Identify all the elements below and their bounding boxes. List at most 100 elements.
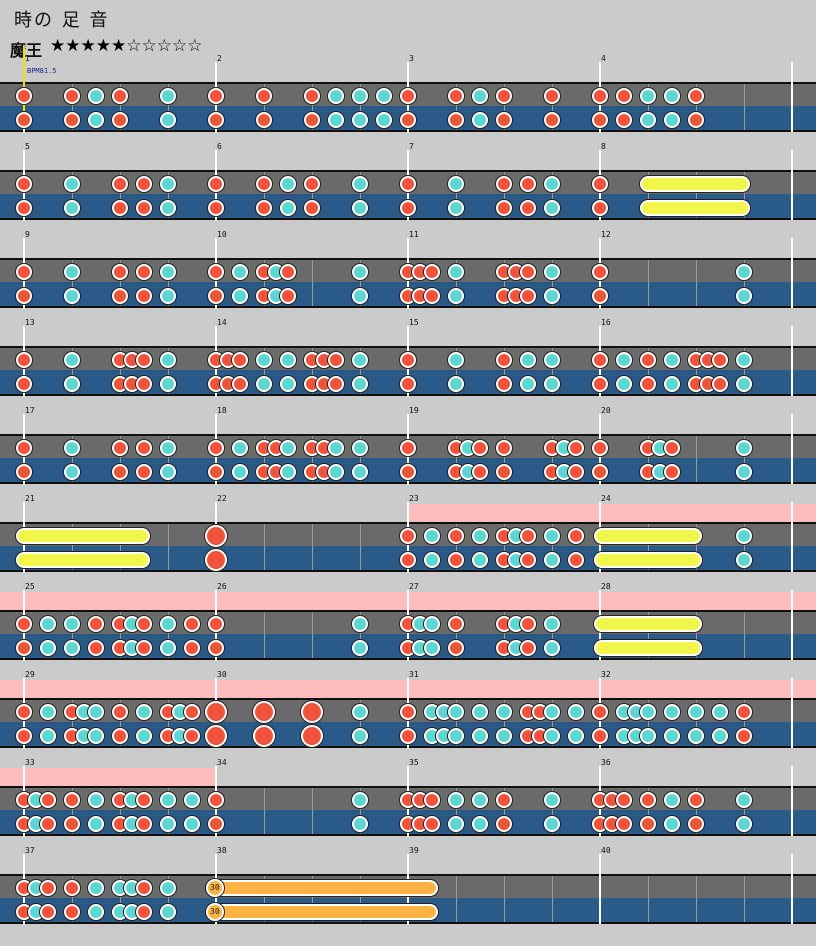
- don-note: [520, 176, 536, 192]
- ka-note: [160, 288, 176, 304]
- don-note: [568, 464, 584, 480]
- don-note: [472, 440, 488, 456]
- ka-note: [184, 816, 200, 832]
- measure-number: 5: [25, 142, 30, 151]
- don-note: [616, 112, 632, 128]
- ka-note: [64, 288, 80, 304]
- ka-note: [448, 704, 464, 720]
- drumroll: [640, 200, 750, 216]
- ka-note: [472, 728, 488, 744]
- measure-number: 13: [25, 318, 35, 327]
- ka-note: [352, 816, 368, 832]
- measure-number: 17: [25, 406, 35, 415]
- drumroll: [640, 176, 750, 192]
- beat-gridline: [456, 876, 457, 922]
- don-note: [400, 528, 416, 544]
- don-note: [592, 200, 608, 216]
- big-don-note: [205, 549, 227, 571]
- don-note: [184, 728, 200, 744]
- ka-note: [544, 792, 560, 808]
- measure-line: [791, 590, 793, 660]
- ka-note: [640, 728, 656, 744]
- ka-note: [280, 464, 296, 480]
- measure-number: 24: [601, 494, 611, 503]
- don-note: [592, 440, 608, 456]
- ka-note: [544, 816, 560, 832]
- measure-number: 27: [409, 582, 419, 591]
- balloon-roll: [206, 880, 438, 896]
- ka-note: [616, 376, 632, 392]
- measure-line: [791, 414, 793, 484]
- don-note: [448, 552, 464, 568]
- beat-gridline: [552, 876, 553, 922]
- don-note: [64, 816, 80, 832]
- don-note: [544, 112, 560, 128]
- measure-line: [791, 678, 793, 748]
- don-note: [136, 880, 152, 896]
- beat-gridline: [744, 84, 745, 130]
- measure-number: 16: [601, 318, 611, 327]
- don-note: [688, 792, 704, 808]
- don-note: [592, 728, 608, 744]
- ka-note: [88, 816, 104, 832]
- measure-number: 6: [217, 142, 222, 151]
- chart-row: 21 22 23 24: [0, 494, 816, 594]
- don-note: [112, 728, 128, 744]
- ka-note: [160, 904, 176, 920]
- drumroll: [594, 640, 702, 656]
- don-note: [712, 352, 728, 368]
- ka-note: [616, 352, 632, 368]
- beat-gridline: [312, 260, 313, 306]
- ka-note: [328, 112, 344, 128]
- ka-note: [736, 440, 752, 456]
- don-note: [88, 640, 104, 656]
- don-note: [616, 816, 632, 832]
- ka-note: [544, 176, 560, 192]
- don-note: [592, 264, 608, 280]
- don-note: [136, 376, 152, 392]
- don-note: [208, 640, 224, 656]
- measure-number: 15: [409, 318, 419, 327]
- don-note: [112, 704, 128, 720]
- don-note: [448, 112, 464, 128]
- measure-number: 29: [25, 670, 35, 679]
- don-note: [496, 464, 512, 480]
- ka-note: [160, 200, 176, 216]
- ka-note: [664, 704, 680, 720]
- don-note: [256, 176, 272, 192]
- don-note: [688, 88, 704, 104]
- ka-note: [160, 176, 176, 192]
- big-don-note: [205, 525, 227, 547]
- measure-number: 22: [217, 494, 227, 503]
- measure-line: [791, 62, 793, 132]
- don-note: [208, 616, 224, 632]
- don-note: [40, 904, 56, 920]
- gogo-section: [408, 504, 816, 522]
- don-note: [136, 264, 152, 280]
- ka-note: [64, 200, 80, 216]
- ka-note: [544, 704, 560, 720]
- ka-note: [280, 376, 296, 392]
- ka-note: [136, 704, 152, 720]
- ka-note: [736, 552, 752, 568]
- don-note: [16, 176, 32, 192]
- ka-note: [64, 352, 80, 368]
- don-note: [136, 200, 152, 216]
- don-note: [184, 616, 200, 632]
- ka-note: [736, 264, 752, 280]
- beat-gridline: [264, 788, 265, 834]
- ka-note: [544, 352, 560, 368]
- don-note: [16, 352, 32, 368]
- measure-line: [791, 238, 793, 308]
- don-note: [136, 440, 152, 456]
- ka-note: [712, 728, 728, 744]
- measure-number: 37: [25, 846, 35, 855]
- gogo-section: [0, 768, 216, 786]
- ka-note: [64, 640, 80, 656]
- ka-note: [160, 376, 176, 392]
- don-note: [496, 88, 512, 104]
- don-note: [400, 200, 416, 216]
- chart-row: 17 18 19 20: [0, 406, 816, 506]
- don-note: [568, 552, 584, 568]
- ka-note: [328, 464, 344, 480]
